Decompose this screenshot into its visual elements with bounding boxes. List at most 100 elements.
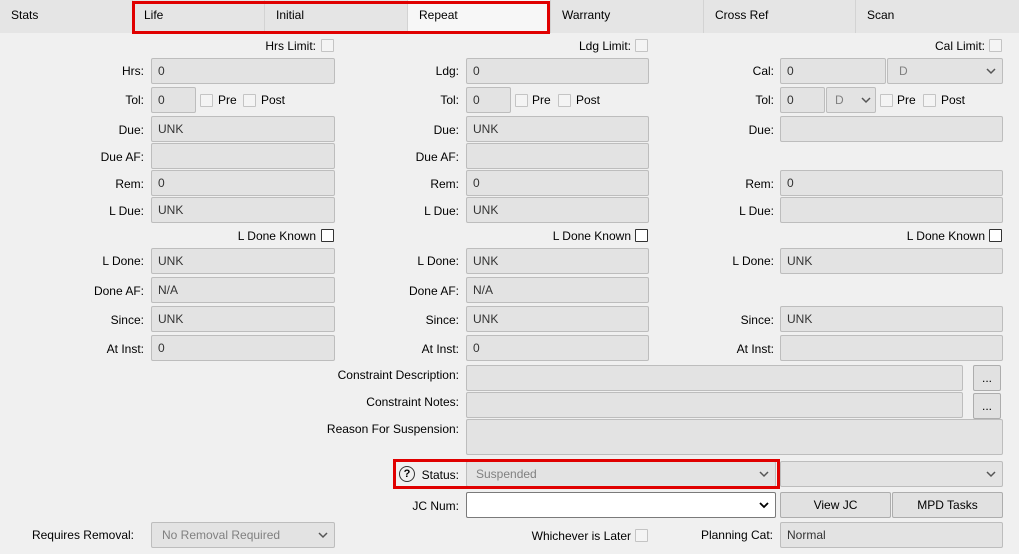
ldg-done-af-label: Done AF: <box>408 284 459 298</box>
cal-label: Cal: <box>752 64 774 78</box>
hrs-due-af-label: Due AF: <box>100 150 144 164</box>
ldg-at-inst-field[interactable]: 0 <box>466 335 649 361</box>
jc-num-label: JC Num: <box>412 499 459 513</box>
hrs-l-done-field[interactable]: UNK <box>151 248 335 274</box>
tab-scan[interactable]: Scan <box>856 0 1019 33</box>
ldg-since-field[interactable]: UNK <box>466 306 649 332</box>
ldg-pre-checkbox[interactable] <box>515 94 528 107</box>
tab-initial[interactable]: Initial <box>265 0 408 33</box>
hrs-done-af-field[interactable]: N/A <box>151 277 335 303</box>
hrs-l-due-label: L Due: <box>109 204 144 218</box>
tab-repeat[interactable]: Repeat <box>408 0 551 33</box>
hrs-l-due-field[interactable]: UNK <box>151 197 335 223</box>
ldg-l-done-known-checkbox[interactable] <box>635 229 648 242</box>
constraint-description-label: Constraint Description: <box>337 368 459 382</box>
ldg-due-field[interactable]: UNK <box>466 116 649 142</box>
status-label: Status: <box>421 468 459 482</box>
tab-label: Scan <box>867 8 895 22</box>
jc-num-select[interactable] <box>466 492 776 518</box>
hrs-pre-checkbox[interactable] <box>200 94 213 107</box>
cal-at-inst-label: At Inst: <box>736 342 774 356</box>
constraint-description-browse-button[interactable]: ... <box>973 365 1001 391</box>
requires-removal-label: Requires Removal: <box>31 528 134 542</box>
chevron-down-icon <box>759 471 769 478</box>
ldg-tol-field[interactable]: 0 <box>466 87 511 113</box>
ldg-due-af-field[interactable] <box>466 143 649 169</box>
cal-tol-unit-value: D <box>835 93 844 107</box>
mpd-tasks-button[interactable]: MPD Tasks <box>892 492 1003 518</box>
whichever-is-later-checkbox[interactable] <box>635 529 648 542</box>
requires-removal-select[interactable]: No Removal Required <box>151 522 335 548</box>
ldg-done-af-field[interactable]: N/A <box>466 277 649 303</box>
hrs-label: Hrs: <box>122 64 144 78</box>
cal-due-field[interactable] <box>780 116 1003 142</box>
constraint-notes-label: Constraint Notes: <box>366 395 459 409</box>
constraint-notes-field[interactable] <box>466 392 963 418</box>
hrs-tol-field[interactable]: 0 <box>151 87 196 113</box>
constraint-notes-browse-button[interactable]: ... <box>973 393 1001 419</box>
cal-unit-value: D <box>899 64 908 78</box>
constraint-description-field[interactable] <box>466 365 963 391</box>
cal-l-due-field[interactable] <box>780 197 1003 223</box>
cal-rem-field[interactable]: 0 <box>780 170 1003 196</box>
hrs-rem-field[interactable]: 0 <box>151 170 335 196</box>
cal-tol-field[interactable]: 0 <box>780 87 825 113</box>
ldg-limit-label: Ldg Limit: <box>578 39 631 53</box>
cal-at-inst-field[interactable] <box>780 335 1003 361</box>
cal-l-done-field[interactable]: UNK <box>780 248 1003 274</box>
ldg-tol-label: Tol: <box>440 93 459 107</box>
ldg-post-label: Post <box>576 93 601 107</box>
planning-cat-field[interactable]: Normal <box>780 522 1003 548</box>
hrs-post-checkbox[interactable] <box>243 94 256 107</box>
ldg-limit-checkbox[interactable] <box>635 39 648 52</box>
tab-label: Stats <box>11 8 39 22</box>
cal-post-checkbox[interactable] <box>923 94 936 107</box>
status-select[interactable]: Suspended <box>466 461 776 487</box>
status-reason-select[interactable] <box>780 461 1003 487</box>
tab-label: Warranty <box>562 8 611 22</box>
cal-limit-label: Cal Limit: <box>934 39 985 53</box>
hrs-post-label: Post <box>261 93 286 107</box>
hrs-since-field[interactable]: UNK <box>151 306 335 332</box>
ldg-pre-label: Pre <box>532 93 551 107</box>
ldg-rem-label: Rem: <box>430 177 459 191</box>
view-jc-button[interactable]: View JC <box>780 492 891 518</box>
tab-stats[interactable]: Stats <box>0 0 133 33</box>
hrs-since-label: Since: <box>110 313 144 327</box>
hrs-limit-checkbox[interactable] <box>321 39 334 52</box>
cal-tol-unit-select[interactable]: D <box>826 87 876 113</box>
cal-since-field[interactable]: UNK <box>780 306 1003 332</box>
hrs-field[interactable]: 0 <box>151 58 335 84</box>
hrs-at-inst-field[interactable]: 0 <box>151 335 335 361</box>
ldg-since-label: Since: <box>425 313 459 327</box>
cal-l-due-label: L Due: <box>739 204 774 218</box>
chevron-down-icon <box>861 97 871 104</box>
hrs-due-af-field[interactable] <box>151 143 335 169</box>
tab-label: Cross Ref <box>715 8 769 22</box>
cal-l-done-known-checkbox[interactable] <box>989 229 1002 242</box>
ldg-post-checkbox[interactable] <box>558 94 571 107</box>
hrs-l-done-label: L Done: <box>102 254 144 268</box>
help-icon[interactable]: ? <box>399 466 415 482</box>
cal-unit-select[interactable]: D <box>887 58 1003 84</box>
cal-limit-checkbox[interactable] <box>989 39 1002 52</box>
ldg-l-done-field[interactable]: UNK <box>466 248 649 274</box>
hrs-pre-label: Pre <box>218 93 237 107</box>
cal-l-done-label: L Done: <box>732 254 774 268</box>
reason-for-suspension-label: Reason For Suspension: <box>326 422 459 436</box>
tab-warranty[interactable]: Warranty <box>551 0 704 33</box>
ldg-rem-field[interactable]: 0 <box>466 170 649 196</box>
tab-label: Repeat <box>419 8 458 22</box>
cal-field[interactable]: 0 <box>780 58 886 84</box>
cal-l-done-known-label: L Done Known <box>906 229 985 243</box>
reason-for-suspension-field[interactable] <box>466 419 1003 455</box>
hrs-due-field[interactable]: UNK <box>151 116 335 142</box>
ldg-l-done-known-label: L Done Known <box>552 229 631 243</box>
tab-life[interactable]: Life <box>133 0 265 33</box>
tab-cross-ref[interactable]: Cross Ref <box>704 0 856 33</box>
ldg-l-due-field[interactable]: UNK <box>466 197 649 223</box>
ldg-field[interactable]: 0 <box>466 58 649 84</box>
hrs-l-done-known-checkbox[interactable] <box>321 229 334 242</box>
cal-due-label: Due: <box>748 123 774 137</box>
cal-pre-checkbox[interactable] <box>880 94 893 107</box>
